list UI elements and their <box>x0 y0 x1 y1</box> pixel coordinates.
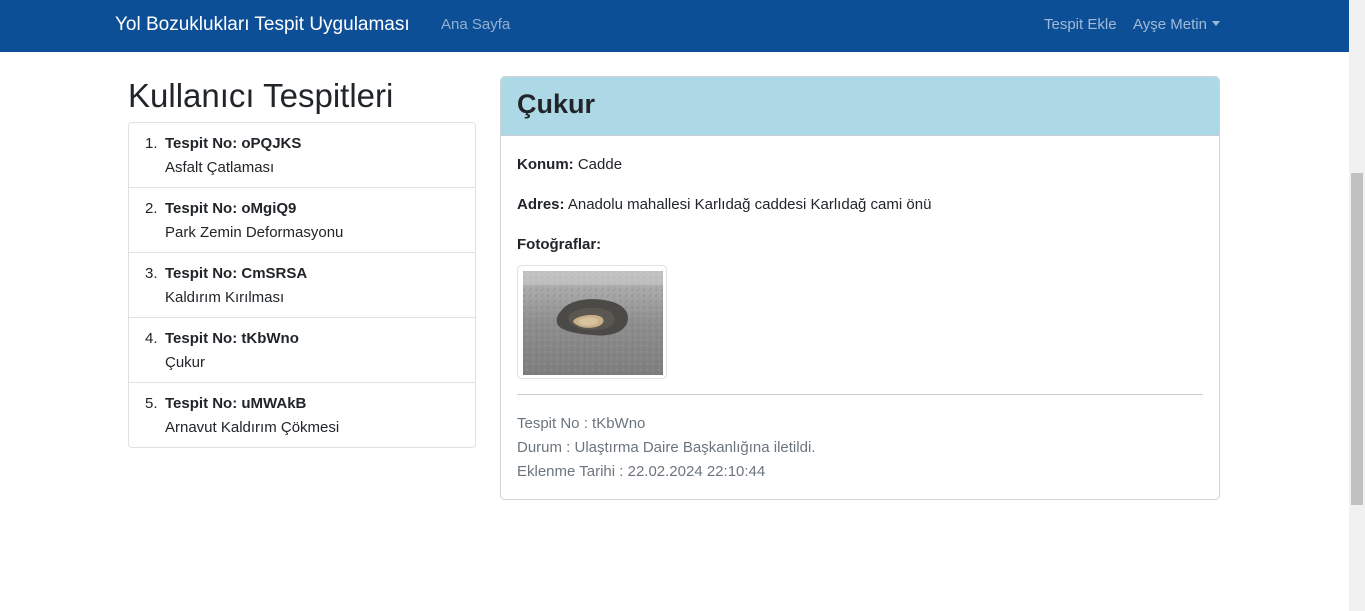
list-item[interactable]: 5. Tespit No: uMWAkB Arnavut Kaldırım Çö… <box>129 383 475 447</box>
top-navbar: Yol Bozuklukları Tespit Uygulaması Ana S… <box>0 0 1349 52</box>
list-item-number: 2. <box>145 200 158 217</box>
list-item[interactable]: 4. Tespit No: tKbWno Çukur <box>129 318 475 383</box>
list-item[interactable]: 3. Tespit No: CmSRSA Kaldırım Kırılması <box>129 253 475 318</box>
list-item-number: 5. <box>145 395 158 412</box>
list-item-type: Çukur <box>165 354 206 371</box>
list-item-title: Tespit No: oMgiQ9 <box>165 200 297 217</box>
list-item-number: 1. <box>145 135 158 152</box>
page-title: Kullanıcı Tespitleri <box>128 77 394 114</box>
app-brand[interactable]: Yol Bozuklukları Tespit Uygulaması <box>115 14 410 36</box>
detection-list: 1. Tespit No: oPQJKS Asfalt Çatlaması 2.… <box>128 122 476 448</box>
list-item[interactable]: 1. Tespit No: oPQJKS Asfalt Çatlaması <box>129 123 475 188</box>
list-item-title: Tespit No: tKbWno <box>165 330 299 347</box>
list-item-title: Tespit No: uMWAkB <box>165 395 307 412</box>
photos-label: Fotoğraflar: <box>517 236 602 253</box>
list-item-type: Kaldırım Kırılması <box>165 289 285 306</box>
user-menu-dropdown[interactable]: Ayşe Metin <box>1133 16 1220 33</box>
detection-type-title: Çukur <box>517 89 596 119</box>
list-item-type: Asfalt Çatlaması <box>165 159 275 176</box>
location-label: Konum: <box>517 156 574 173</box>
user-name: Ayşe Metin <box>1133 16 1207 33</box>
scrollbar-thumb[interactable] <box>1351 173 1363 505</box>
list-item-type: Arnavut Kaldırım Çökmesi <box>165 419 340 436</box>
location-field: Konum: Cadde <box>517 156 622 173</box>
page-scrollbar[interactable] <box>1349 0 1365 611</box>
list-item-number: 3. <box>145 265 158 282</box>
card-header: Çukur <box>501 77 1219 136</box>
list-item-title: Tespit No: oPQJKS <box>165 135 302 152</box>
address-value: Anadolu mahallesi Karlıdağ caddesi Karlı… <box>567 196 932 213</box>
chevron-down-icon <box>1211 21 1220 26</box>
address-label: Adres: <box>517 196 565 213</box>
detection-detail-card: Çukur Konum: Cadde Adres: Anadolu mahall… <box>500 76 1220 500</box>
photo-thumbnail[interactable] <box>517 265 667 379</box>
list-item-number: 4. <box>145 330 158 347</box>
list-item[interactable]: 2. Tespit No: oMgiQ9 Park Zemin Deformas… <box>129 188 475 253</box>
divider <box>517 394 1203 395</box>
detection-number: Tespit No : tKbWno <box>517 415 646 432</box>
detection-status: Durum : Ulaştırma Daire Başkanlığına ile… <box>517 439 816 456</box>
nav-link-add-detection[interactable]: Tespit Ekle <box>1044 16 1117 33</box>
pothole-photo <box>523 271 663 375</box>
nav-link-home[interactable]: Ana Sayfa <box>441 16 510 33</box>
detection-date: Eklenme Tarihi : 22.02.2024 22:10:44 <box>517 463 766 480</box>
location-value: Cadde <box>577 156 623 173</box>
list-item-type: Park Zemin Deformasyonu <box>165 224 344 241</box>
list-item-title: Tespit No: CmSRSA <box>165 265 308 282</box>
address-field: Adres: Anadolu mahallesi Karlıdağ caddes… <box>517 196 931 213</box>
